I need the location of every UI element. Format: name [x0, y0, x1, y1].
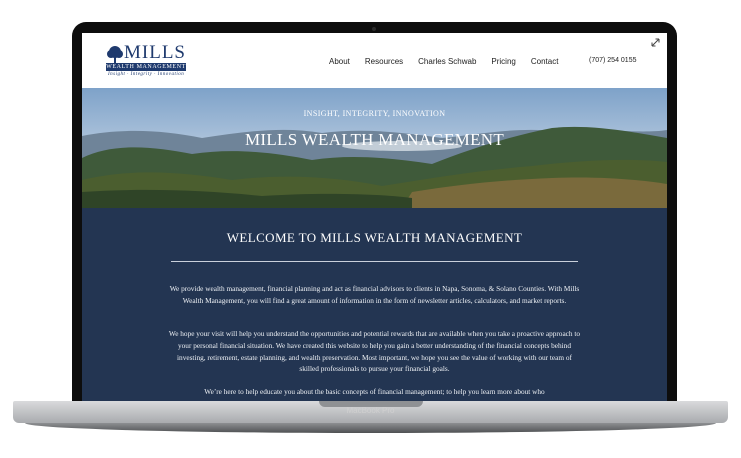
divider	[171, 261, 578, 262]
nav-charles-schwab[interactable]: Charles Schwab	[418, 57, 476, 66]
intro-paragraph: We provide wealth management, financial …	[169, 284, 580, 305]
logo-tagline: Insight · Integrity · Innovation	[108, 72, 185, 77]
laptop-base-bottom	[25, 423, 716, 433]
hero-title: MILLS WEALTH MANAGEMENT	[244, 130, 505, 149]
tree-icon	[107, 46, 123, 63]
device-label: MacBook Pro	[346, 406, 395, 415]
nav-resources[interactable]: Resources	[365, 57, 403, 66]
hero-banner: INSIGHT, INTEGRITY, INNOVATION MILLS WEA…	[82, 88, 667, 208]
nav-contact[interactable]: Contact	[531, 57, 559, 66]
phone-number[interactable]: (707) 254 0155	[589, 57, 636, 64]
main-nav: About Resources Charles Schwab Pricing C…	[329, 57, 573, 66]
welcome-section: WELCOME TO MILLS WEALTH MANAGEMENT We pr…	[82, 208, 667, 401]
expand-arrows-icon[interactable]	[651, 38, 660, 47]
logo[interactable]: MILLS WEALTH MANAGEMENT Insight · Integr…	[106, 43, 192, 79]
camera-icon	[372, 27, 376, 31]
nav-pricing[interactable]: Pricing	[491, 57, 515, 66]
hero-tagline: INSIGHT, INTEGRITY, INNOVATION	[303, 109, 446, 118]
logo-name: MILLS	[124, 42, 186, 63]
laptop-screen: MILLS WEALTH MANAGEMENT Insight · Integr…	[82, 33, 667, 401]
nav-about[interactable]: About	[329, 57, 350, 66]
welcome-heading: WELCOME TO MILLS WEALTH MANAGEMENT	[226, 230, 523, 245]
site-header: MILLS WEALTH MANAGEMENT Insight · Integr…	[82, 33, 667, 88]
logo-subtitle: WEALTH MANAGEMENT	[106, 63, 186, 71]
body-paragraph: We hope your visit will help you underst…	[168, 329, 581, 374]
body-paragraph-truncated: We’re here to help educate you about the…	[204, 387, 545, 396]
